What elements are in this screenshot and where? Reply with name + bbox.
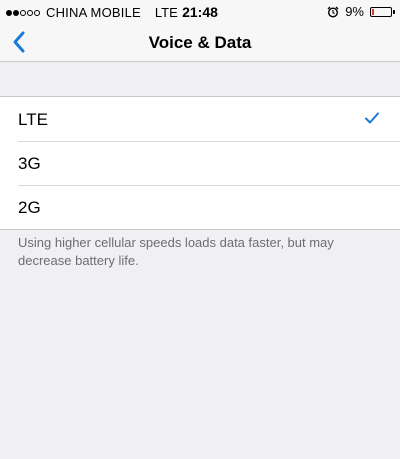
status-right: 9% [327, 4, 395, 19]
option-label: 2G [18, 198, 41, 217]
battery-fill [372, 8, 374, 15]
option-3g[interactable]: 3G [0, 141, 400, 185]
option-label: 3G [18, 154, 41, 173]
speed-options-list: LTE 3G 2G [0, 96, 400, 230]
page-title: Voice & Data [148, 33, 252, 52]
checkmark-icon [365, 112, 379, 124]
footer-note: Using higher cellular speeds loads data … [18, 235, 334, 268]
option-lte[interactable]: LTE [0, 97, 400, 141]
battery-icon [370, 6, 395, 17]
status-bar: CHINA MOBILE LTE 21:48 9% [0, 0, 400, 24]
battery-percent: 9% [345, 4, 364, 19]
option-2g[interactable]: 2G [0, 185, 400, 229]
navigation-bar: Voice & Data [0, 24, 400, 62]
option-label: LTE [18, 110, 48, 129]
alarm-clock-icon [327, 6, 339, 18]
